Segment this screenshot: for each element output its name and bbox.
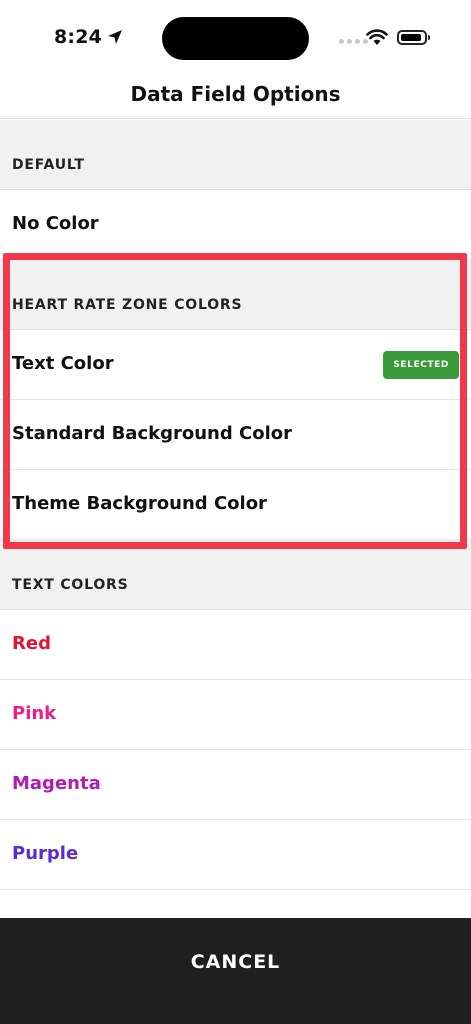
page-title: Data Field Options: [130, 82, 341, 106]
dynamic-island: [162, 17, 309, 60]
option-label: Text Color: [12, 353, 114, 374]
option-label: Standard Background Color: [12, 423, 292, 444]
cancel-button-label: CANCEL: [190, 951, 281, 973]
option-row-purple[interactable]: Purple: [0, 820, 471, 890]
location-arrow-icon: [108, 30, 123, 44]
section-header-label: TEXT COLORS: [12, 577, 129, 593]
option-row-text-color[interactable]: Text Color SELECTED: [0, 330, 471, 400]
option-label: Theme Background Color: [12, 493, 267, 514]
wifi-icon: [366, 29, 388, 45]
section-header-label: DEFAULT: [12, 157, 85, 173]
option-row-magenta[interactable]: Magenta: [0, 750, 471, 820]
option-row-pink[interactable]: Pink: [0, 680, 471, 750]
section-header-text-colors: TEXT COLORS: [0, 540, 471, 610]
option-row-standard-background-color[interactable]: Standard Background Color: [0, 400, 471, 470]
status-bar: 8:24: [0, 0, 471, 76]
option-row-no-color[interactable]: No Color: [0, 190, 471, 260]
nav-bar: Data Field Options: [0, 76, 471, 119]
battery-icon: [397, 30, 430, 45]
options-list: DEFAULT No Color HEART RATE ZONE COLORS …: [0, 120, 471, 890]
option-label: Magenta: [12, 773, 101, 794]
status-time: 8:24: [54, 26, 123, 48]
section-header-label: HEART RATE ZONE COLORS: [12, 297, 243, 313]
option-label: Purple: [12, 843, 79, 864]
selected-badge: SELECTED: [383, 351, 459, 379]
option-label: Red: [12, 633, 51, 654]
option-label: No Color: [12, 213, 99, 234]
section-header-default: DEFAULT: [0, 120, 471, 190]
cancel-button[interactable]: CANCEL: [0, 918, 471, 1024]
section-header-heart-rate-zone-colors: HEART RATE ZONE COLORS: [0, 260, 471, 330]
cellular-signal-icon: [339, 39, 368, 44]
option-row-theme-background-color[interactable]: Theme Background Color: [0, 470, 471, 540]
status-time-text: 8:24: [54, 26, 103, 48]
option-row-red[interactable]: Red: [0, 610, 471, 680]
option-label: Pink: [12, 703, 57, 724]
